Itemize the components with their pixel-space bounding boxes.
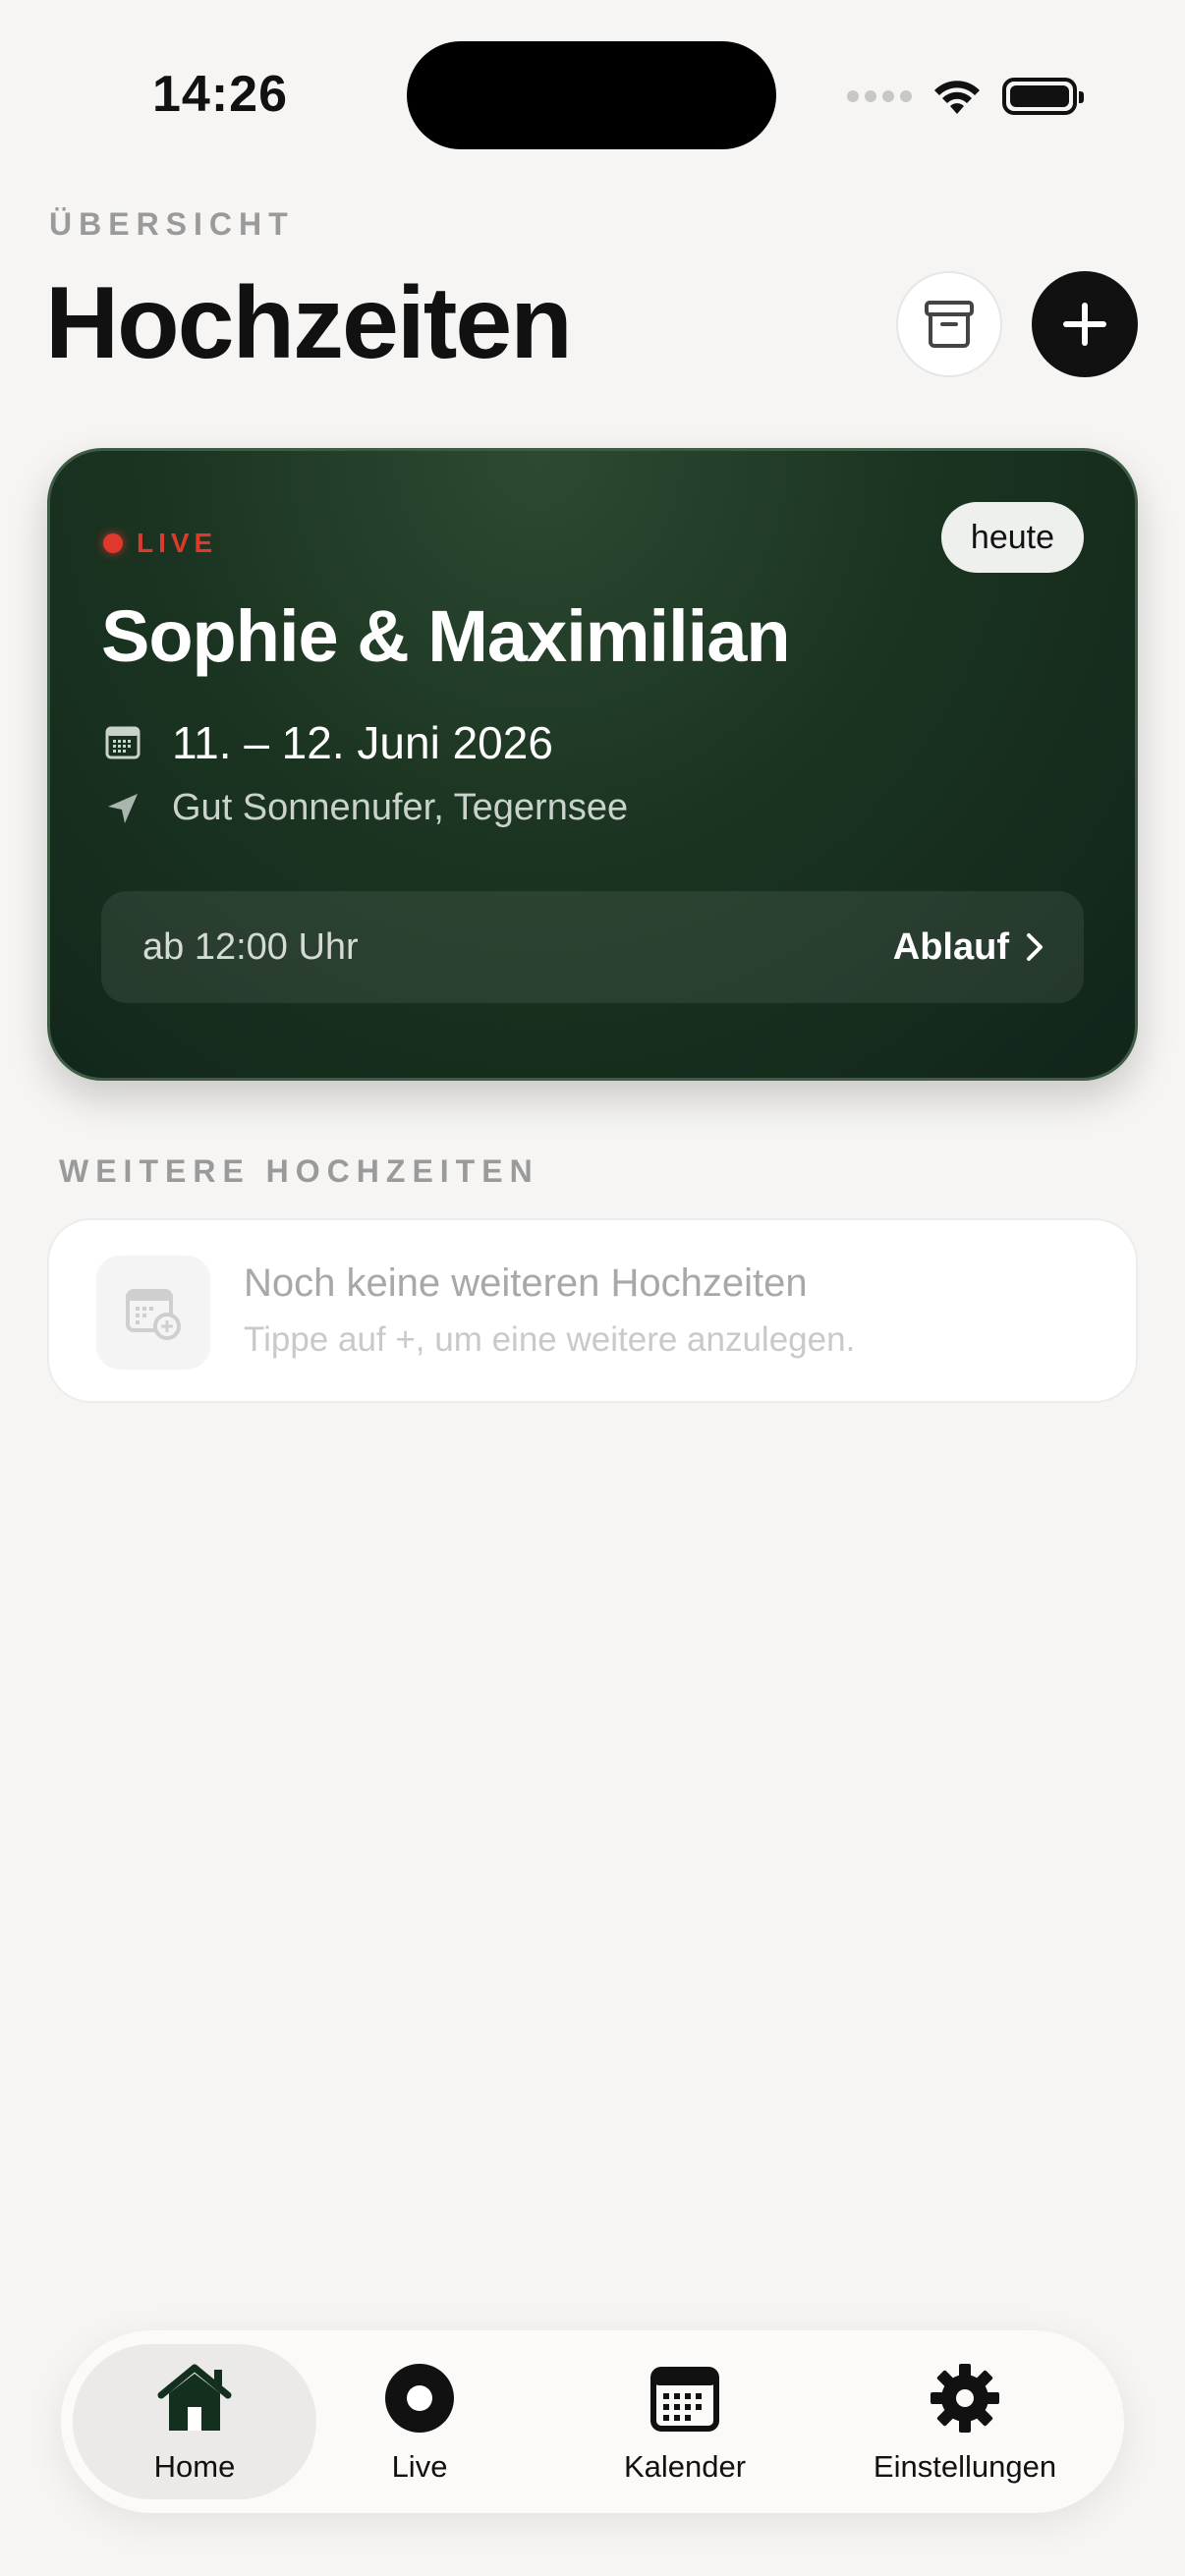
tab-settings[interactable]: Einstellungen [837,2344,1093,2499]
page-title: Hochzeiten [45,266,573,380]
wedding-date: 11. – 12. Juni 2026 [172,717,553,768]
live-indicator: LIVE [103,528,217,559]
plus-icon [1063,303,1106,346]
schedule-time: ab 12:00 Uhr [142,925,359,968]
tab-live[interactable]: Live [346,2344,493,2499]
tab-calendar-label: Kalender [623,2449,747,2484]
live-label: LIVE [137,528,218,558]
tab-live-label: Live [391,2449,448,2484]
tab-settings-label: Einstellungen [873,2449,1057,2484]
status-time: 14:26 [152,66,288,123]
dynamic-island [407,41,776,149]
wedding-location-row: Gut Sonnenufer, Tegernsee [103,787,628,829]
wifi-icon [934,81,980,114]
empty-state-card: Noch keine weiteren Hochzeiten Tippe auf… [47,1218,1138,1403]
page-eyebrow: ÜBERSICHT [49,206,295,242]
today-badge: heute [940,502,1084,573]
live-wedding-card[interactable]: LIVE heute Sophie & Maximilian 11. – 12.… [47,448,1138,1081]
calendar-icon [646,2359,724,2437]
gear-icon [926,2359,1004,2437]
house-icon [155,2359,234,2437]
couple-name: Sophie & Maximilian [101,595,791,677]
location-arrow-icon [103,789,142,828]
archive-box-icon [925,301,974,348]
cellular-signal-icon [847,90,912,102]
add-wedding-button[interactable] [1032,271,1138,377]
tab-calendar[interactable]: Kalender [582,2344,788,2499]
empty-state-subtitle: Tippe auf +, um eine weitere anzulegen. [244,1320,856,1359]
calendar-add-icon [96,1256,210,1370]
calendar-icon [103,723,142,762]
schedule-link-label: Ablauf [892,925,1009,968]
live-dot [103,533,123,553]
empty-state-title: Noch keine weiteren Hochzeiten [244,1261,808,1305]
wedding-date-row: 11. – 12. Juni 2026 [103,716,553,769]
wedding-location: Gut Sonnenufer, Tegernsee [172,787,629,828]
section-label-more-weddings: WEITERE HOCHZEITEN [59,1153,539,1189]
archive-button[interactable] [896,271,1002,377]
tab-home-label: Home [153,2449,236,2484]
tab-bar: Home Live Kalender Einstellungen [61,2330,1124,2513]
schedule-row[interactable]: ab 12:00 Uhr Ablauf [101,891,1084,1003]
record-circle-icon [380,2359,459,2437]
status-indicators [847,71,1084,122]
schedule-link[interactable]: Ablauf [893,926,1044,969]
battery-icon [1002,78,1084,115]
chevron-right-icon [1027,933,1043,961]
tab-home[interactable]: Home [73,2344,316,2499]
